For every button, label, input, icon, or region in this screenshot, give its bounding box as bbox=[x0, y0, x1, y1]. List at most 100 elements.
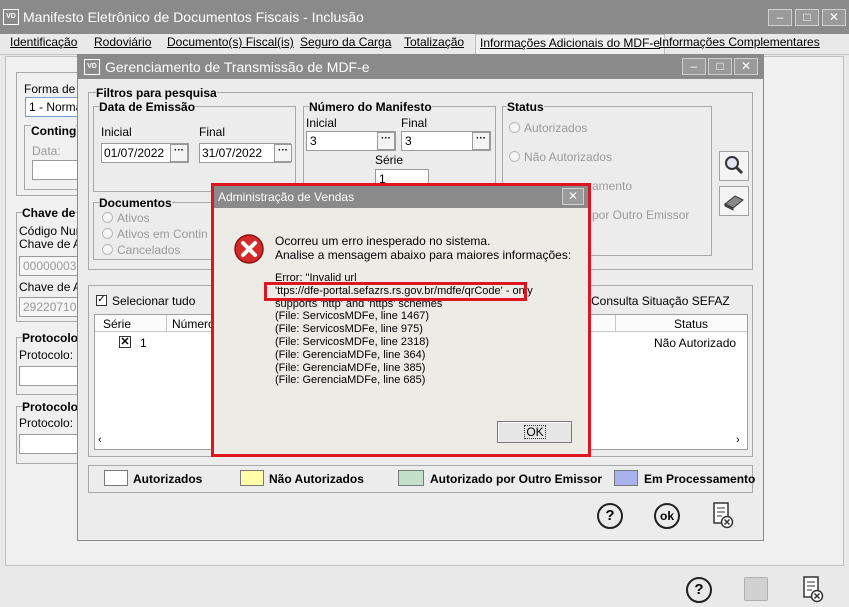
doc-ativos-radio[interactable] bbox=[102, 212, 113, 223]
row-checkbox[interactable]: ✕ bbox=[119, 336, 131, 348]
error-icon bbox=[233, 233, 265, 265]
data-final-label: Final bbox=[199, 125, 226, 139]
tab-identificacao[interactable]: Identificação bbox=[6, 34, 81, 54]
header-numero[interactable]: Número bbox=[172, 317, 215, 331]
chave-label: Chave de bbox=[22, 206, 76, 220]
header-divider bbox=[166, 315, 167, 332]
stack-line-5: (File: GerenciaMDFe, line 385) bbox=[275, 361, 426, 374]
main-cancel-doc-icon[interactable] bbox=[802, 575, 824, 603]
stack-line-2: (File: ServicosMDFe, line 975) bbox=[275, 323, 423, 336]
tab-seguro-carga[interactable]: Seguro da Carga bbox=[296, 34, 395, 54]
eraser-icon bbox=[724, 195, 744, 211]
doc-cancelados-radio[interactable] bbox=[102, 244, 113, 255]
legend-autorizados: Autorizados bbox=[133, 472, 203, 486]
num-inicial-label: Inicial bbox=[306, 116, 337, 130]
main-save-icon bbox=[744, 577, 768, 601]
protocolo2-label: Protocolo: bbox=[19, 416, 74, 430]
legend-outro-emissor-swatch bbox=[398, 470, 424, 486]
ok-button-focus: OK bbox=[524, 425, 546, 439]
status-autorizados-label: Autorizados bbox=[524, 121, 588, 135]
contingencia-data-input[interactable] bbox=[32, 160, 82, 180]
legend-nao-autorizados: Não Autorizados bbox=[269, 472, 364, 486]
error-message-line2: Analise a mensagem abaixo para maiores i… bbox=[275, 248, 572, 262]
error-message-line1: Ocorreu um erro inesperado no sistema. bbox=[275, 234, 491, 248]
status-nao-autorizados-radio[interactable] bbox=[509, 151, 520, 162]
tab-rodoviario[interactable]: Rodoviário bbox=[90, 34, 155, 54]
stack-line-3: (File: ServicosMDFe, line 2318) bbox=[275, 335, 430, 348]
data-final-picker-button[interactable]: ··· bbox=[274, 144, 292, 162]
ok-button[interactable]: OK bbox=[497, 421, 572, 443]
scroll-left-arrow[interactable]: ‹ bbox=[98, 434, 102, 446]
search-icon bbox=[725, 156, 744, 175]
protocolo1-input[interactable] bbox=[19, 366, 81, 386]
data-label: Data: bbox=[32, 144, 61, 158]
maximize-button[interactable]: □ bbox=[795, 9, 819, 26]
cancel-doc-icon[interactable] bbox=[712, 501, 734, 529]
legend-em-processamento: Em Processamento bbox=[644, 472, 756, 486]
error-dialog-close-button[interactable]: ✕ bbox=[562, 188, 584, 205]
protocolo1-label: Protocolo: bbox=[19, 348, 74, 362]
ok-button-label: OK bbox=[526, 425, 544, 439]
contingencia-label: Conting bbox=[31, 124, 77, 138]
transmissao-maximize-button[interactable]: □ bbox=[708, 58, 732, 75]
protocolo1-group-label: Protocolo bbox=[22, 331, 78, 345]
help-icon[interactable]: ? bbox=[597, 503, 623, 529]
search-button[interactable] bbox=[719, 151, 749, 181]
protocolo2-group-label: Protocolo bbox=[22, 400, 78, 414]
header-serie[interactable]: Série bbox=[103, 317, 131, 331]
selecionar-tudo-label: Selecionar tudo bbox=[112, 294, 196, 308]
transmissao-title: Gerenciamento de Transmissão de MDF-e bbox=[105, 59, 370, 75]
main-help-icon[interactable]: ? bbox=[686, 577, 712, 603]
scroll-right-arrow[interactable]: › bbox=[736, 434, 740, 446]
tab-documentos-fiscais[interactable]: Documento(s) Fiscal(is) bbox=[163, 34, 298, 54]
main-titlebar: VD Manifesto Eletrônico de Documentos Fi… bbox=[0, 0, 849, 34]
tab-totalizacao[interactable]: Totalização bbox=[400, 34, 468, 54]
header-status[interactable]: Status bbox=[674, 317, 708, 331]
documentos-label: Documentos bbox=[99, 196, 172, 210]
chave-a-label: Chave de A bbox=[19, 237, 82, 251]
transmissao-titlebar: VD Gerenciamento de Transmissão de MDF-e… bbox=[78, 55, 763, 79]
row-serie: 1 bbox=[140, 336, 147, 350]
tab-informacoes-complementares[interactable]: Informações Complementares bbox=[655, 34, 824, 54]
stack-line-4: (File: GerenciaMDFe, line 364) bbox=[275, 348, 426, 361]
header-divider-status bbox=[615, 315, 616, 332]
stack-line-1: (File: ServicosMDFe, line 1467) bbox=[275, 310, 430, 323]
legend-outro-emissor: Autorizado por Outro Emissor bbox=[430, 472, 603, 486]
numero-manifesto-label: Número do Manifesto bbox=[309, 100, 432, 114]
data-emissao-label: Data de Emissão bbox=[99, 100, 196, 114]
protocolo2-input[interactable] bbox=[19, 434, 81, 454]
chave-a2-label: Chave de A bbox=[19, 280, 82, 294]
consulta-sefaz-label[interactable]: Consulta Situação SEFAZ bbox=[591, 294, 730, 308]
filtros-label: Filtros para pesquisa bbox=[96, 86, 217, 100]
legend-nao-autorizados-swatch bbox=[240, 470, 264, 486]
legend-em-processamento-swatch bbox=[614, 470, 638, 486]
status-autorizados-radio[interactable] bbox=[509, 122, 520, 133]
codigo-label: Código Num bbox=[19, 224, 86, 238]
ok-icon[interactable]: ok bbox=[654, 503, 680, 529]
num-final-button[interactable]: ··· bbox=[472, 132, 490, 150]
minimize-button[interactable]: – bbox=[768, 9, 792, 26]
eraser-button[interactable] bbox=[719, 186, 749, 216]
selecionar-tudo-checkbox[interactable]: ✓ bbox=[96, 295, 107, 306]
data-inicial-label: Inicial bbox=[101, 125, 132, 139]
url-highlight-box bbox=[264, 282, 527, 301]
num-final-label: Final bbox=[401, 116, 428, 130]
serie-label: Série bbox=[375, 153, 404, 167]
chave-field: 292207109 bbox=[19, 297, 81, 317]
error-dialog-titlebar: Administração de Vendas ✕ bbox=[214, 186, 588, 208]
status-outro-emissor-label: por Outro Emissor bbox=[592, 208, 690, 222]
transmissao-minimize-button[interactable]: – bbox=[682, 58, 706, 75]
num-inicial-button[interactable]: ··· bbox=[377, 132, 395, 150]
doc-ativos-contingencia-radio[interactable] bbox=[102, 228, 113, 239]
status-nao-autorizados-label: Não Autorizados bbox=[524, 150, 613, 164]
transmissao-icon: VD bbox=[84, 59, 100, 75]
stack-line-6: (File: GerenciaMDFe, line 685) bbox=[275, 374, 426, 387]
codigo-field: 00000003 bbox=[19, 256, 81, 276]
data-inicial-picker-button[interactable]: ··· bbox=[170, 144, 188, 162]
forma-select[interactable]: 1 - Norma bbox=[25, 97, 85, 117]
tab-informacoes-adicionais[interactable]: Informações Adicionais do MDF-e bbox=[475, 34, 666, 54]
doc-ativos-contingencia-label: Ativos em Contin bbox=[117, 227, 208, 241]
main-window-title: Manifesto Eletrônico de Documentos Fisca… bbox=[23, 9, 364, 25]
close-button[interactable]: ✕ bbox=[822, 9, 846, 26]
transmissao-close-button[interactable]: ✕ bbox=[734, 58, 758, 75]
